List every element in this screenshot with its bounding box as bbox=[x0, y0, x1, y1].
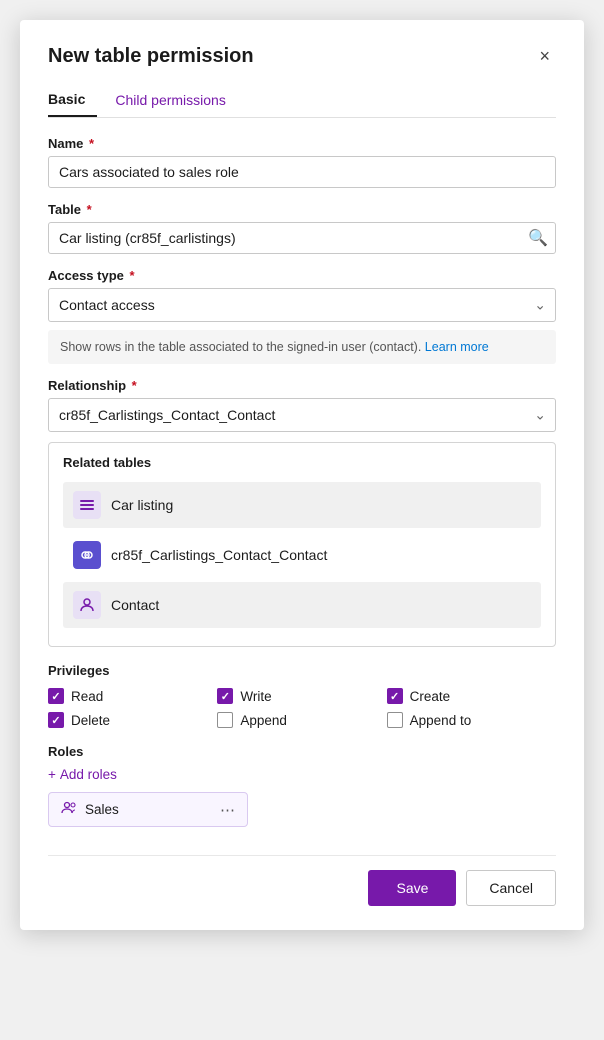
privilege-delete: Delete bbox=[48, 712, 217, 728]
write-checkbox[interactable] bbox=[217, 688, 233, 704]
access-type-select[interactable]: Global access Contact access Account acc… bbox=[48, 288, 556, 322]
link-icon bbox=[73, 541, 101, 569]
privilege-append: Append bbox=[217, 712, 386, 728]
related-tables-label: Related tables bbox=[63, 455, 541, 470]
access-type-field-container: Access type * Global access Contact acce… bbox=[48, 268, 556, 364]
search-icon: 🔍 bbox=[528, 230, 548, 247]
append-label: Append bbox=[240, 713, 287, 728]
table-field-container: Table * 🔍 bbox=[48, 202, 556, 254]
relationship-select[interactable]: cr85f_Carlistings_Contact_Contact bbox=[48, 398, 556, 432]
delete-checkbox[interactable] bbox=[48, 712, 64, 728]
privileges-section: Privileges Read Write Create Delete bbox=[48, 663, 556, 728]
append-to-label: Append to bbox=[410, 713, 472, 728]
new-table-permission-dialog: New table permission × Basic Child permi… bbox=[20, 20, 584, 930]
role-chip-sales: Sales ⋯ bbox=[48, 792, 248, 827]
related-item-car-listing[interactable]: Car listing bbox=[63, 482, 541, 528]
close-button[interactable]: × bbox=[533, 44, 556, 69]
write-label: Write bbox=[240, 689, 271, 704]
roles-label: Roles bbox=[48, 744, 556, 759]
create-checkbox[interactable] bbox=[387, 688, 403, 704]
relationship-field-container: Relationship * cr85f_Carlistings_Contact… bbox=[48, 378, 556, 432]
contact-icon bbox=[73, 591, 101, 619]
dialog-footer: Save Cancel bbox=[48, 855, 556, 906]
append-to-checkbox[interactable] bbox=[387, 712, 403, 728]
relationship-label: Relationship * bbox=[48, 378, 556, 393]
privileges-grid: Read Write Create Delete Append Append bbox=[48, 688, 556, 728]
read-checkbox[interactable] bbox=[48, 688, 64, 704]
name-field-container: Name * bbox=[48, 136, 556, 188]
related-tables-box: Related tables Car listing cr85f_Carlist… bbox=[48, 442, 556, 647]
related-item-relationship-label: cr85f_Carlistings_Contact_Contact bbox=[111, 547, 327, 563]
access-type-select-wrap: Global access Contact access Account acc… bbox=[48, 288, 556, 322]
table-search-icon-button[interactable]: 🔍 bbox=[528, 228, 548, 248]
tabs-container: Basic Child permissions bbox=[48, 85, 556, 118]
name-input[interactable] bbox=[48, 156, 556, 188]
related-item-contact-label: Contact bbox=[111, 597, 159, 613]
append-checkbox[interactable] bbox=[217, 712, 233, 728]
learn-more-link[interactable]: Learn more bbox=[425, 340, 489, 354]
privilege-write: Write bbox=[217, 688, 386, 704]
table-search-wrap: 🔍 bbox=[48, 222, 556, 254]
read-label: Read bbox=[71, 689, 103, 704]
plus-icon: + bbox=[48, 767, 56, 782]
tab-child-permissions[interactable]: Child permissions bbox=[115, 85, 237, 117]
access-type-label: Access type * bbox=[48, 268, 556, 283]
related-item-contact[interactable]: Contact bbox=[63, 582, 541, 628]
role-person-icon bbox=[61, 800, 77, 819]
role-chip-more-button[interactable]: ⋯ bbox=[220, 801, 235, 819]
cancel-button[interactable]: Cancel bbox=[466, 870, 556, 906]
access-type-info-box: Show rows in the table associated to the… bbox=[48, 330, 556, 364]
privileges-label: Privileges bbox=[48, 663, 556, 678]
table-search-input[interactable] bbox=[48, 222, 556, 254]
delete-label: Delete bbox=[71, 713, 110, 728]
table-label: Table * bbox=[48, 202, 556, 217]
add-roles-button[interactable]: + Add roles bbox=[48, 767, 117, 782]
dialog-title: New table permission bbox=[48, 45, 254, 68]
related-item-relationship[interactable]: cr85f_Carlistings_Contact_Contact bbox=[63, 532, 541, 578]
privilege-create: Create bbox=[387, 688, 556, 704]
relationship-select-wrap: cr85f_Carlistings_Contact_Contact ⌄ bbox=[48, 398, 556, 432]
create-label: Create bbox=[410, 689, 451, 704]
related-item-car-listing-label: Car listing bbox=[111, 497, 173, 513]
roles-section: Roles + Add roles Sales ⋯ bbox=[48, 744, 556, 827]
table-icon bbox=[73, 491, 101, 519]
privilege-read: Read bbox=[48, 688, 217, 704]
tab-basic[interactable]: Basic bbox=[48, 85, 97, 117]
save-button[interactable]: Save bbox=[368, 870, 456, 906]
dialog-header: New table permission × bbox=[48, 44, 556, 69]
role-chip-label: Sales bbox=[85, 802, 212, 817]
name-label: Name * bbox=[48, 136, 556, 151]
privilege-append-to: Append to bbox=[387, 712, 556, 728]
